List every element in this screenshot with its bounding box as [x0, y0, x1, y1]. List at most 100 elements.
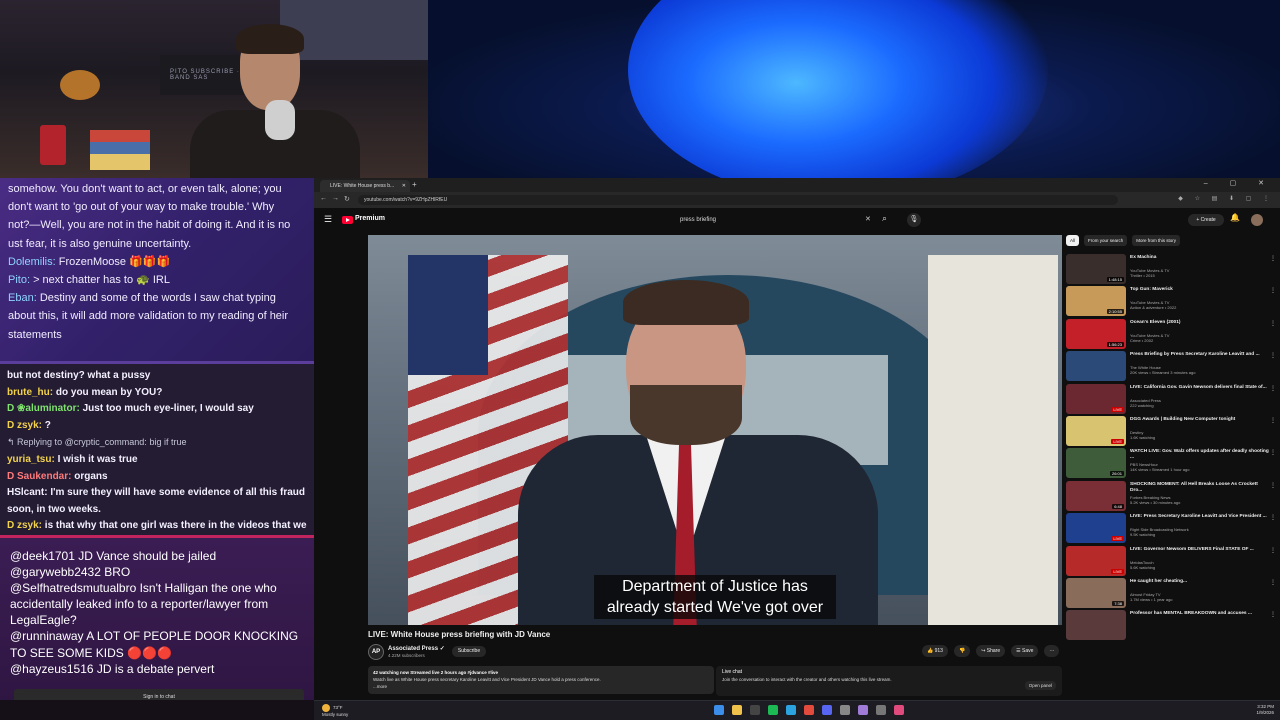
recommendation-meta: YouTube Movies & TV Action & adventure • …: [1130, 300, 1270, 310]
recommendation-title[interactable]: Professor has MENTAL BREAKDOWN and accus…: [1130, 611, 1270, 617]
notifications-bell-icon[interactable]: 🔔: [1230, 213, 1240, 222]
more-options-icon[interactable]: ⋮: [1270, 579, 1276, 586]
recommendation-title[interactable]: Ex Machina: [1130, 255, 1270, 261]
search-input[interactable]: press briefing: [674, 213, 874, 227]
recommendation-item[interactable]: 1:56:23 Ocean's Eleven (2001) YouTube Movi…: [1066, 318, 1278, 350]
recommendation-title[interactable]: Ocean's Eleven (2001): [1130, 320, 1270, 326]
recommendation-thumbnail[interactable]: 1:48:15: [1066, 254, 1126, 284]
more-options-icon[interactable]: ⋮: [1270, 352, 1276, 359]
recommendation-thumbnail[interactable]: 26:01: [1066, 448, 1126, 479]
forward-icon[interactable]: →: [332, 195, 339, 202]
youtube-logo-icon[interactable]: [342, 216, 353, 224]
chip-all[interactable]: All: [1066, 235, 1080, 246]
more-options-icon[interactable]: ⋮: [1270, 611, 1276, 618]
more-options-icon[interactable]: ⋮: [1270, 287, 1276, 294]
dislike-button[interactable]: 👎: [953, 645, 971, 657]
save-button[interactable]: ☰ Save: [1011, 645, 1039, 657]
more-options-icon[interactable]: ⋮: [1270, 255, 1276, 262]
clear-search-icon[interactable]: ✕: [865, 215, 871, 223]
chat-message: Dolemilis: FrozenMoose 🎁🎁🎁: [8, 253, 306, 271]
like-button[interactable]: 👍 913: [922, 645, 948, 657]
extension-icons[interactable]: ◆ ☆ ▤ ⬇ ▢ ⋮: [1178, 195, 1274, 202]
recommendation-item[interactable]: 7:38 He caught her cheating... Almost Frid…: [1066, 577, 1278, 609]
recommendation-title[interactable]: WATCH LIVE: Gov. Walz offers updates aft…: [1130, 449, 1270, 461]
url-field[interactable]: youtube.com/watch?v=9ZHpZHlRfEU: [358, 195, 1118, 205]
caption-line: Department of Justice has: [622, 578, 808, 595]
recommendation-thumbnail[interactable]: 2:10:55: [1066, 286, 1126, 317]
youtube-premium-label[interactable]: Premium: [355, 215, 385, 222]
obs-icon[interactable]: [858, 705, 868, 715]
recommendation-title[interactable]: LIVE: California Gov. Gavin Newsom deliv…: [1130, 385, 1270, 391]
edge-icon[interactable]: [786, 705, 796, 715]
channel-name[interactable]: Associated Press ✓: [388, 645, 445, 652]
more-actions-button[interactable]: ···: [1044, 645, 1060, 657]
recommendation-thumbnail[interactable]: LIVE: [1066, 513, 1126, 544]
reload-icon[interactable]: ↻: [344, 195, 350, 203]
window-controls[interactable]: – ▢ ✕: [1204, 179, 1274, 187]
more-options-icon[interactable]: ⋮: [1270, 482, 1276, 489]
hamburger-menu-icon[interactable]: ☰: [324, 214, 332, 225]
wallpaper-bloom: [628, 0, 1048, 178]
more-options-icon[interactable]: ⋮: [1270, 547, 1276, 554]
back-icon[interactable]: ←: [320, 195, 327, 202]
new-tab-button[interactable]: +: [412, 180, 417, 189]
recommendation-thumbnail[interactable]: [1066, 610, 1126, 641]
browser-tab[interactable]: LIVE: White House press b... ✕: [320, 180, 410, 192]
share-button[interactable]: ↪ Share: [976, 645, 1006, 657]
recommendation-item[interactable]: 26:01 WATCH LIVE: Gov. Walz offers update…: [1066, 447, 1278, 479]
recommendation-item[interactable]: LIVE LIVE: Press Secretary Karoline Leavi…: [1066, 512, 1278, 544]
recommendation-title[interactable]: He caught her cheating...: [1130, 579, 1270, 585]
recommendation-item[interactable]: LIVE LIVE: California Gov. Gavin Newsom d…: [1066, 383, 1278, 415]
account-avatar[interactable]: [1251, 214, 1263, 226]
more-options-icon[interactable]: ⋮: [1270, 320, 1276, 327]
recommendation-item[interactable]: 2:10:55 Top Gun: Maverick YouTube Movies &…: [1066, 285, 1278, 317]
recommendation-title[interactable]: Press Briefing by Press Secretary Karoli…: [1130, 352, 1270, 358]
recommendation-title[interactable]: Top Gun: Maverick: [1130, 287, 1270, 293]
recommendation-thumbnail[interactable]: LIVE: [1066, 383, 1126, 414]
video-description[interactable]: 42 watching now Streamed live 2 hours ag…: [368, 666, 714, 694]
more-options-icon[interactable]: ⋮: [1270, 449, 1276, 456]
recommendation-thumbnail[interactable]: 7:38: [1066, 577, 1126, 608]
recommendation-meta: Almost Friday TV 1.7M views • 1 year ago: [1130, 592, 1270, 602]
chip-from-your-search[interactable]: From your search: [1084, 235, 1128, 246]
description-more-link[interactable]: ...more: [373, 683, 709, 690]
recommendation-title[interactable]: DGG Awards | Building New Computer tonig…: [1130, 417, 1270, 423]
system-tray-clock[interactable]: 3:32 PM 1/9/2026: [1256, 704, 1274, 716]
recommendation-item[interactable]: 6:48 SHOCKING MOMENT: All Hell Breaks Loo…: [1066, 480, 1278, 512]
recommendation-item[interactable]: LIVE LIVE: Governor Newsom DELIVERS Final…: [1066, 545, 1278, 577]
recommendation-title[interactable]: LIVE: Press Secretary Karoline Leavitt a…: [1130, 514, 1270, 520]
video-player[interactable]: Department of Justice has already starte…: [368, 235, 1062, 625]
recommendation-thumbnail[interactable]: 6:48: [1066, 480, 1126, 511]
terminal-icon[interactable]: [750, 705, 760, 715]
settings-icon[interactable]: [840, 705, 850, 715]
weather-widget[interactable]: 73°F Mostly sunny: [322, 704, 348, 718]
open-panel-button[interactable]: Open panel: [1024, 681, 1056, 690]
recommendation-item[interactable]: Professor has MENTAL BREAKDOWN and accus…: [1066, 609, 1278, 641]
search-icon[interactable]: ⌕: [882, 213, 887, 224]
spotify-icon[interactable]: [768, 705, 778, 715]
channel-avatar[interactable]: AP: [368, 644, 384, 660]
recommendation-title[interactable]: SHOCKING MOMENT: All Hell Breaks Loose A…: [1130, 482, 1270, 494]
recommendation-thumbnail[interactable]: 1:56:23: [1066, 318, 1126, 349]
windows-start-icon[interactable]: [714, 705, 724, 715]
more-options-icon[interactable]: ⋮: [1270, 514, 1276, 521]
create-button[interactable]: + Create: [1188, 214, 1224, 226]
subscribe-button[interactable]: Subscribe: [452, 646, 486, 657]
chrome-icon[interactable]: [804, 705, 814, 715]
recommendation-thumbnail[interactable]: [1066, 351, 1126, 382]
recommendation-item[interactable]: 1:48:15 Ex Machina YouTube Movies & TV Thri…: [1066, 253, 1278, 285]
active-app-icon[interactable]: [894, 705, 904, 715]
chip-more-from-this-story[interactable]: More from this story: [1132, 235, 1181, 246]
file-explorer-icon[interactable]: [732, 705, 742, 715]
discord-icon[interactable]: [822, 705, 832, 715]
more-options-icon[interactable]: ⋮: [1270, 417, 1276, 424]
app-icon[interactable]: [876, 705, 886, 715]
recommendation-item[interactable]: Press Briefing by Press Secretary Karoli…: [1066, 350, 1278, 382]
close-icon[interactable]: ✕: [402, 180, 406, 192]
recommendation-thumbnail[interactable]: LIVE: [1066, 415, 1126, 446]
recommendation-item[interactable]: LIVE DGG Awards | Building New Computer t…: [1066, 415, 1278, 447]
recommendation-title[interactable]: LIVE: Governor Newsom DELIVERS Final STA…: [1130, 547, 1270, 553]
recommendation-thumbnail[interactable]: LIVE: [1066, 545, 1126, 576]
more-options-icon[interactable]: ⋮: [1270, 385, 1276, 392]
voice-search-icon[interactable]: 🎙: [907, 213, 921, 227]
